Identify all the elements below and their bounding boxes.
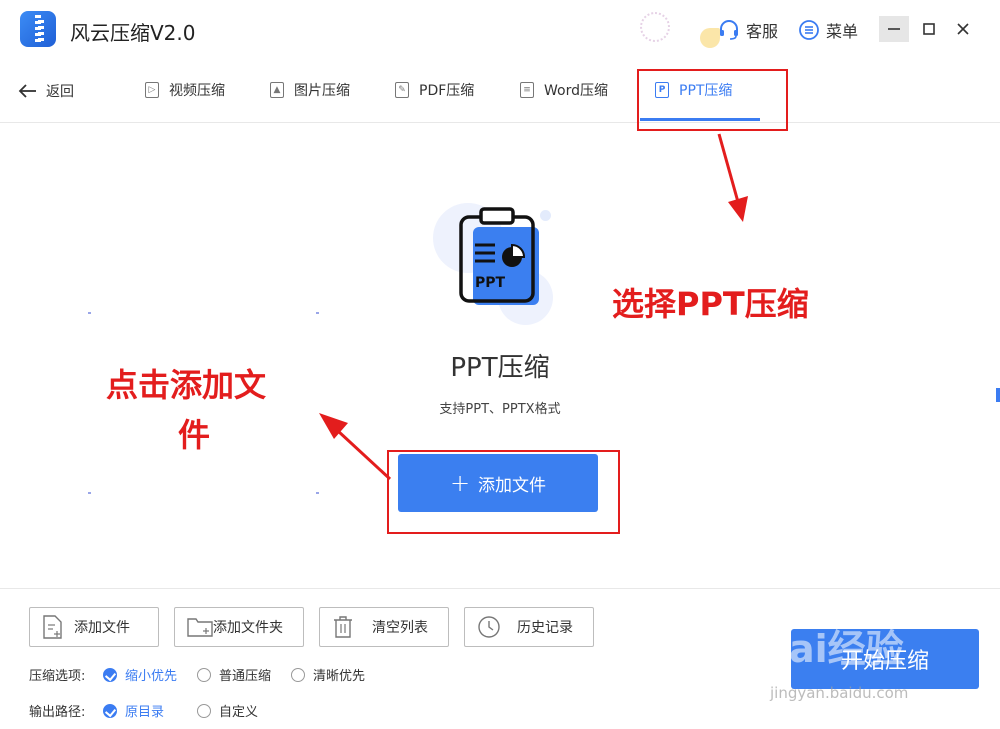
maximize-icon (923, 23, 935, 35)
video-icon: ▷ (145, 82, 159, 98)
radio-unchecked-icon (291, 667, 305, 682)
annotation-arrow-down-icon (717, 133, 748, 222)
menu-button[interactable]: 菜单 (798, 18, 858, 42)
annotation-select-ppt: 选择PPT压缩 (612, 285, 809, 323)
annotation-click-add-line2: 件 (178, 416, 211, 454)
footer-history-button[interactable]: 历史记录 (464, 607, 594, 647)
radio-normal-compress-label: 普通压缩 (219, 669, 272, 684)
tab-image-label: 图片压缩 (294, 83, 350, 99)
footer-add-folder-label: 添加文件夹 (213, 620, 283, 636)
radio-original-dir[interactable]: 原目录 (103, 701, 164, 720)
compress-options-label: 压缩选项: (29, 669, 86, 684)
tab-image[interactable]: ▲ 图片压缩 (270, 80, 350, 100)
tab-video[interactable]: ▷ 视频压缩 (145, 80, 225, 100)
radio-shrink-priority[interactable]: 缩小优先 (103, 665, 177, 684)
footer-divider (0, 588, 1000, 589)
image-icon: ▲ (270, 82, 284, 98)
radio-unchecked-icon (197, 667, 211, 682)
radio-shrink-priority-label: 缩小优先 (125, 669, 178, 684)
footer-add-folder-button[interactable]: 添加文件夹 (174, 607, 304, 647)
tab-word-label: Word压缩 (544, 83, 608, 99)
radio-normal-compress[interactable]: 普通压缩 (197, 665, 271, 684)
dropzone-corner (88, 492, 91, 494)
menu-list-icon (799, 20, 819, 40)
footer-clear-list-button[interactable]: 清空列表 (319, 607, 449, 647)
dropzone-corner (316, 312, 319, 314)
radio-unchecked-icon (197, 703, 211, 718)
illustration-ppt-text: PPT (475, 275, 506, 291)
clock-icon (478, 616, 500, 638)
ppt-clipboard-icon: PPT (459, 207, 539, 305)
close-button[interactable] (948, 16, 978, 42)
back-label: 返回 (46, 84, 74, 100)
app-title: 风云压缩V2.0 (70, 21, 196, 45)
dropzone-corner (88, 312, 91, 314)
baidu-watermark: Bai经验 (760, 627, 904, 671)
footer-add-file-button[interactable]: 添加文件 (29, 607, 159, 647)
tab-word[interactable]: ≡ Word压缩 (520, 80, 608, 100)
annotation-arrow-up-left-icon (319, 413, 392, 481)
minimize-icon (888, 28, 900, 30)
radio-custom-dir-label: 自定义 (219, 705, 259, 720)
footer-add-file-label: 添加文件 (74, 620, 130, 636)
add-folder-icon (187, 618, 213, 637)
annotation-click-add-line1: 点击添加文 (106, 366, 267, 404)
dropzone-corner (316, 492, 319, 494)
footer-history-label: 历史记录 (517, 620, 573, 636)
annotation-add-box (387, 450, 620, 534)
radio-custom-dir[interactable]: 自定义 (197, 701, 258, 720)
radio-checked-icon (103, 703, 117, 718)
menu-label: 菜单 (826, 22, 859, 41)
headset-icon (720, 20, 738, 40)
customer-service-button[interactable]: 客服 (718, 18, 778, 42)
tab-pdf[interactable]: ✎ PDF压缩 (395, 80, 474, 100)
maximize-button[interactable] (914, 16, 944, 42)
scrollbar-thumb[interactable] (996, 388, 1000, 402)
minimize-button[interactable] (879, 16, 909, 42)
decorative-blob-icon (700, 28, 720, 48)
word-icon: ≡ (520, 82, 534, 98)
radio-original-dir-label: 原目录 (125, 705, 165, 720)
output-path-label: 输出路径: (29, 705, 86, 720)
back-button[interactable]: 返回 (18, 81, 74, 101)
trash-icon (334, 616, 352, 638)
close-icon (957, 23, 969, 35)
pdf-icon: ✎ (395, 82, 409, 98)
arrow-left-icon (18, 84, 36, 98)
footer-clear-list-label: 清空列表 (372, 620, 428, 636)
tab-video-label: 视频压缩 (169, 83, 225, 99)
radio-clarity-priority[interactable]: 清晰优先 (291, 665, 365, 684)
radio-checked-icon (103, 667, 117, 682)
tab-pdf-label: PDF压缩 (419, 83, 475, 99)
annotation-tab-box (637, 69, 788, 131)
app-logo-icon (20, 11, 56, 47)
customer-service-label: 客服 (746, 22, 779, 41)
loading-spinner-icon (640, 12, 670, 42)
add-file-icon (43, 615, 62, 639)
baidu-watermark-url: jingyan.baidu.com (770, 684, 909, 702)
radio-clarity-priority-label: 清晰优先 (313, 669, 366, 684)
